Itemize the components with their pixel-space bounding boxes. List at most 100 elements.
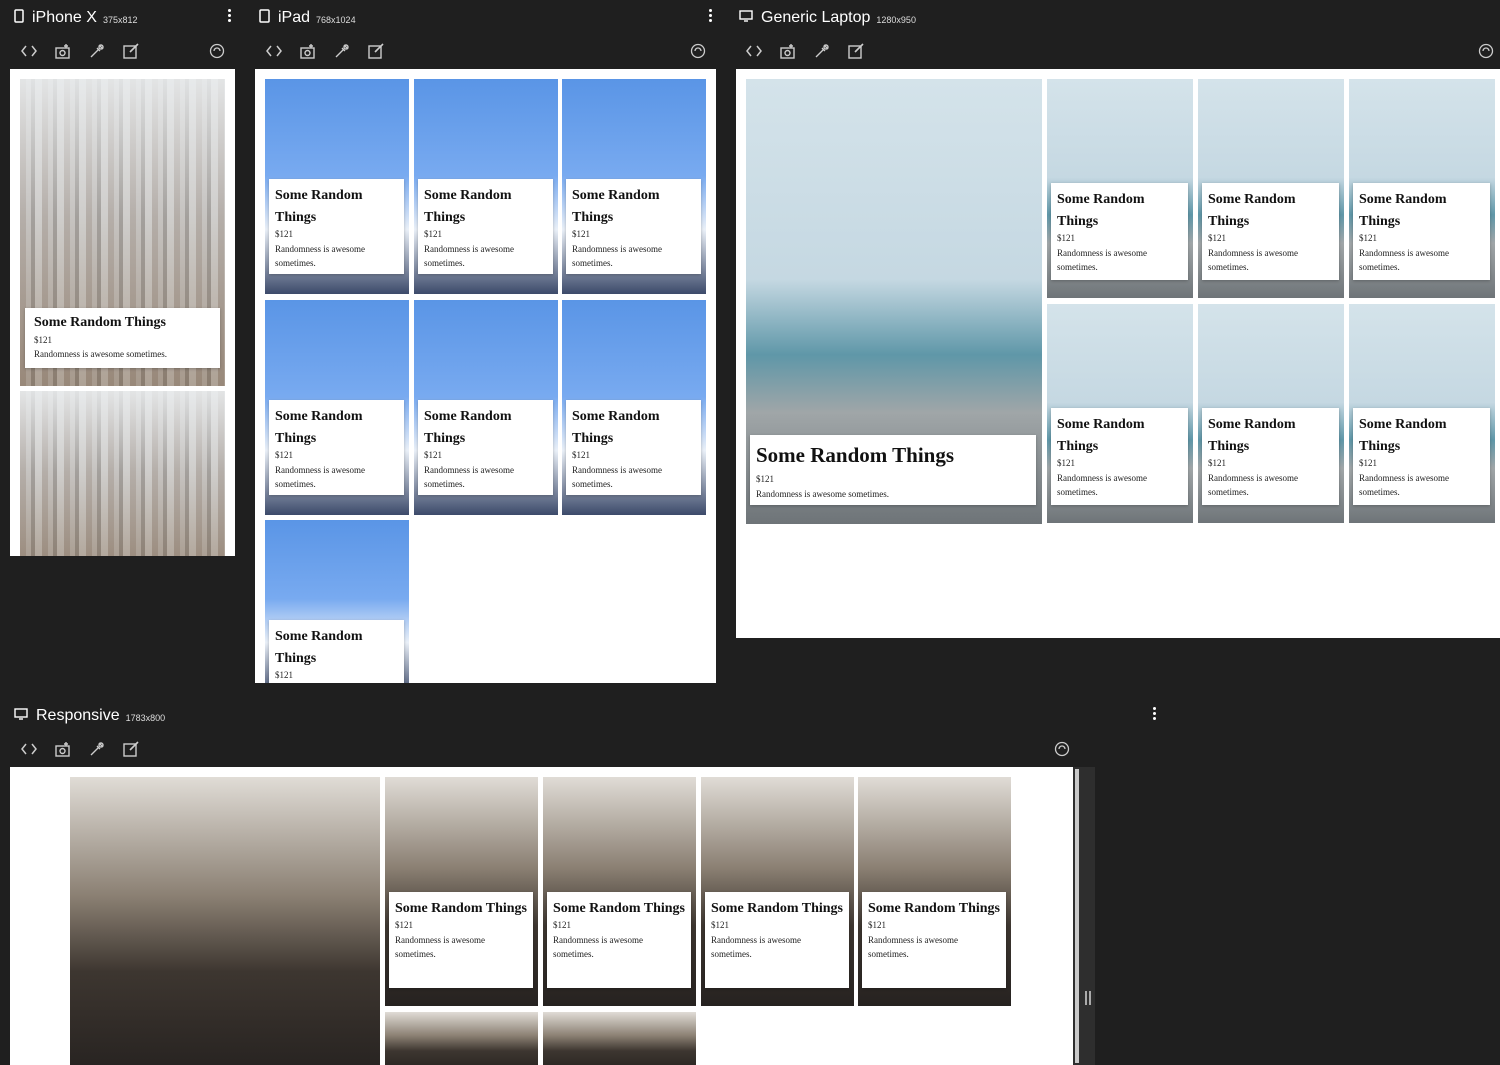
code-icon[interactable]: [743, 40, 765, 62]
screenshot-icon[interactable]: [52, 40, 74, 62]
card-title: Some Random Things: [572, 188, 660, 225]
card-info: Some Random Things $121 Randomness is aw…: [269, 400, 404, 495]
code-icon[interactable]: [18, 738, 40, 760]
card-price: $121: [275, 670, 293, 680]
product-card[interactable]: Some Random Things $121 Randomness is aw…: [1198, 79, 1344, 298]
product-card[interactable]: [20, 391, 225, 556]
card-info: Some Random Things $121 Randomness is aw…: [566, 179, 701, 274]
product-card[interactable]: Some Random Things $121 Randomness is aw…: [858, 777, 1011, 1006]
device-menu-icon[interactable]: [1148, 704, 1160, 722]
device-name: Responsive: [36, 707, 120, 724]
card-title: Some Random Things: [275, 629, 363, 666]
card-title: Some Random Things: [711, 901, 844, 916]
card-info: Some Random Things $121 Randomness is aw…: [862, 892, 1006, 988]
card-title: Some Random Things: [424, 188, 512, 225]
product-card[interactable]: Some Random Things $121 Randomness is aw…: [1198, 304, 1344, 523]
product-card[interactable]: Some Random Things $121 Randomness is aw…: [1047, 79, 1193, 298]
card-info: Some Random Things $121 Randomness is aw…: [269, 179, 404, 274]
product-card[interactable]: Some Random Things $121: [265, 520, 409, 683]
card-info: Some Random Things $121 Randomness is aw…: [547, 892, 691, 988]
card-info: Some Random Things $121 Randomness is aw…: [1051, 183, 1188, 280]
device-viewport: Some Random Things $121 Randomness is aw…: [10, 69, 235, 556]
product-card-featured[interactable]: [70, 777, 380, 1065]
rotate-icon[interactable]: [1053, 740, 1071, 758]
eyedropper-icon[interactable]: [811, 40, 833, 62]
card-description: Randomness is awesome sometimes.: [275, 244, 365, 268]
card-info: Some Random Things $121 Randomness is aw…: [25, 308, 220, 368]
code-icon[interactable]: [18, 40, 40, 62]
product-card[interactable]: Some Random Things $121 Randomness is aw…: [1349, 304, 1495, 523]
product-card[interactable]: Some Random Things $121 Randomness is aw…: [265, 300, 409, 515]
eyedropper-icon[interactable]: [331, 40, 353, 62]
card-price: $121: [424, 229, 442, 239]
product-card[interactable]: Some Random Things $121 Randomness is aw…: [701, 777, 854, 1006]
eyedropper-icon[interactable]: [86, 738, 108, 760]
device-toolbar: [18, 38, 154, 64]
card-description: Randomness is awesome sometimes.: [424, 465, 514, 489]
product-card-featured[interactable]: Some Random Things $121 Randomness is aw…: [746, 79, 1042, 524]
edit-icon[interactable]: [120, 40, 142, 62]
device-menu-icon[interactable]: [223, 6, 235, 24]
scrollbar-thumb[interactable]: [1075, 769, 1079, 1063]
card-title: Some Random Things: [756, 443, 955, 467]
rotate-icon[interactable]: [689, 42, 707, 60]
product-card[interactable]: Some Random Things $121 Randomness is aw…: [265, 79, 409, 294]
card-title: Some Random Things: [1057, 192, 1145, 229]
card-title: Some Random Things: [1359, 417, 1447, 454]
product-card[interactable]: Some Random Things $121 Randomness is aw…: [562, 79, 706, 294]
screenshot-icon[interactable]: [52, 738, 74, 760]
card-info: Some Random Things $121 Randomness is aw…: [705, 892, 849, 988]
card-info: Some Random Things $121 Randomness is aw…: [418, 179, 553, 274]
card-title: Some Random Things: [275, 409, 363, 446]
card-description: Randomness is awesome sometimes.: [1208, 473, 1298, 497]
card-price: $121: [395, 920, 413, 930]
eyedropper-icon[interactable]: [86, 40, 108, 62]
product-card[interactable]: Some Random Things $121 Randomness is aw…: [414, 79, 558, 294]
product-card[interactable]: Some Random Things $121 Randomness is aw…: [1349, 79, 1495, 298]
device-menu-icon[interactable]: [704, 6, 716, 24]
edit-icon[interactable]: [845, 40, 867, 62]
card-title: Some Random Things: [1359, 192, 1447, 229]
card-info: Some Random Things $121 Randomness is aw…: [389, 892, 533, 988]
screenshot-icon[interactable]: [297, 40, 319, 62]
rotate-icon[interactable]: [1477, 42, 1495, 60]
card-price: $121: [868, 920, 886, 930]
device-header: iPad 768x1024: [259, 3, 356, 33]
card-title: Some Random Things: [553, 901, 686, 916]
resize-handle-icon[interactable]: [1084, 991, 1092, 1005]
screenshot-icon[interactable]: [777, 40, 799, 62]
card-title: Some Random Things: [34, 315, 167, 330]
card-info: Some Random Things $121 Randomness is aw…: [1051, 408, 1188, 505]
card-price: $121: [1359, 233, 1377, 243]
card-title: Some Random Things: [275, 188, 363, 225]
device-size: 1280x950: [876, 14, 916, 25]
card-price: $121: [1208, 458, 1226, 468]
card-title: Some Random Things: [1208, 417, 1296, 454]
product-card[interactable]: [543, 1012, 696, 1065]
product-card[interactable]: Some Random Things $121 Randomness is aw…: [385, 777, 538, 1006]
card-description: Randomness is awesome sometimes.: [1359, 473, 1449, 497]
card-price: $121: [553, 920, 571, 930]
card-description: Randomness is awesome sometimes.: [1359, 248, 1449, 272]
card-description: Randomness is awesome sometimes.: [868, 935, 958, 959]
edit-icon[interactable]: [120, 738, 142, 760]
card-price: $121: [424, 450, 442, 460]
edit-icon[interactable]: [365, 40, 387, 62]
device-viewport: Some Random Things $121 Randomness is aw…: [255, 69, 716, 683]
card-price: $121: [34, 335, 52, 345]
card-info: Some Random Things $121 Randomness is aw…: [418, 400, 553, 495]
device-size: 768x1024: [316, 14, 356, 25]
product-card[interactable]: Some Random Things $121 Randomness is aw…: [562, 300, 706, 515]
card-info: Some Random Things $121 Randomness is aw…: [750, 435, 1036, 505]
rotate-icon[interactable]: [208, 42, 226, 60]
product-card[interactable]: Some Random Things $121 Randomness is aw…: [20, 79, 225, 386]
product-card[interactable]: Some Random Things $121 Randomness is aw…: [543, 777, 696, 1006]
product-card[interactable]: Some Random Things $121 Randomness is aw…: [414, 300, 558, 515]
card-description: Randomness is awesome sometimes.: [1057, 473, 1147, 497]
product-card[interactable]: [385, 1012, 538, 1065]
device-header: iPhone X 375x812: [14, 3, 137, 33]
product-card[interactable]: Some Random Things $121 Randomness is aw…: [1047, 304, 1193, 523]
card-description: Randomness is awesome sometimes.: [711, 935, 801, 959]
card-price: $121: [711, 920, 729, 930]
code-icon[interactable]: [263, 40, 285, 62]
